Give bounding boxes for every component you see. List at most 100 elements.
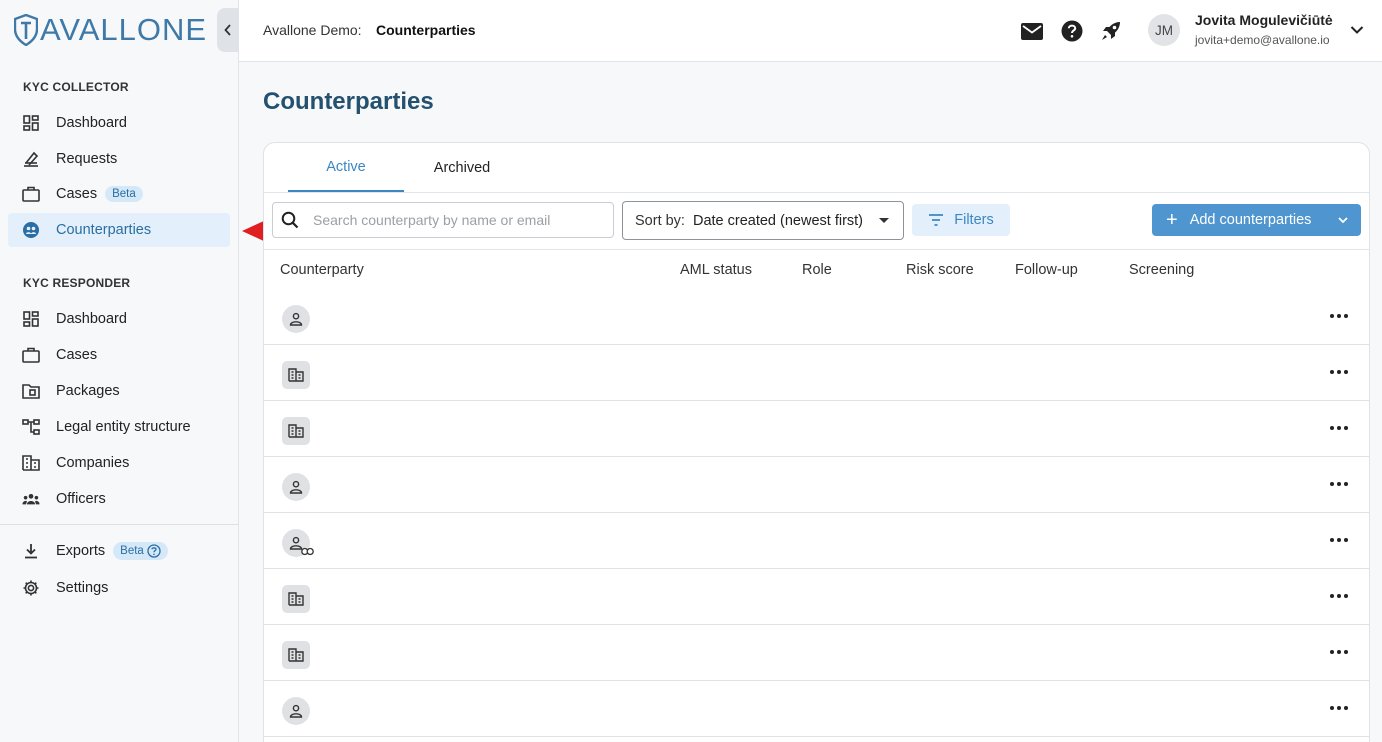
tabs-divider	[264, 192, 1369, 193]
tab-active[interactable]: Active	[288, 143, 404, 192]
sidebar: AVALLONE KYC COLLECTOR Dashboard Request…	[0, 0, 239, 742]
sidebar-item-responder-dashboard[interactable]: Dashboard	[8, 302, 230, 336]
dashboard-icon	[22, 310, 40, 328]
more-actions-icon[interactable]	[1327, 642, 1351, 662]
sidebar-item-collector-cases[interactable]: Cases Beta	[8, 177, 230, 211]
officers-icon	[22, 490, 40, 508]
column-header-risk-score[interactable]: Risk score	[906, 262, 974, 278]
beta-badge: Beta	[105, 186, 143, 202]
company-icon	[282, 417, 310, 445]
caret-down-icon	[879, 218, 889, 223]
company-icon	[282, 641, 310, 669]
add-counterparties-button[interactable]: + Add counterparties	[1152, 204, 1361, 236]
person-icon	[282, 473, 310, 501]
sidebar-divider	[0, 524, 239, 525]
link-icon	[301, 547, 314, 556]
filters-label: Filters	[954, 212, 994, 228]
help-icon[interactable]	[147, 544, 161, 558]
briefcase-icon	[22, 346, 40, 364]
sidebar-item-label: Cases	[56, 186, 98, 202]
person-icon	[282, 305, 310, 333]
sidebar-item-responder-cases[interactable]: Cases	[8, 338, 230, 372]
sidebar-item-label: Exports	[56, 543, 106, 559]
beta-badge-label: Beta	[120, 545, 144, 557]
beta-badge: Beta	[113, 542, 168, 560]
person-icon	[282, 697, 310, 725]
sidebar-item-label: Companies	[56, 455, 130, 471]
collapse-sidebar-button[interactable]	[217, 8, 239, 52]
filters-button[interactable]: Filters	[912, 204, 1010, 236]
table-row[interactable]	[264, 513, 1369, 569]
sidebar-item-exports[interactable]: Exports Beta	[8, 534, 230, 568]
sidebar-item-label: Cases	[56, 347, 98, 363]
sidebar-item-collector-dashboard[interactable]: Dashboard	[8, 106, 230, 140]
more-actions-icon[interactable]	[1327, 530, 1351, 550]
more-actions-icon[interactable]	[1327, 698, 1351, 718]
toolbar-divider	[264, 249, 1369, 250]
sidebar-item-label: Dashboard	[56, 311, 127, 327]
rocket-icon[interactable]	[1098, 18, 1124, 44]
help-icon[interactable]	[1059, 18, 1085, 44]
avallone-logo[interactable]: AVALLONE	[14, 12, 207, 48]
sidebar-item-label: Packages	[56, 383, 120, 399]
shield-logo-icon	[14, 14, 38, 46]
tab-archived[interactable]: Archived	[408, 143, 516, 192]
breadcrumb-prefix: Avallone Demo:	[263, 22, 362, 38]
sidebar-item-officers[interactable]: Officers	[8, 482, 230, 516]
more-actions-icon[interactable]	[1327, 418, 1351, 438]
requests-icon	[22, 150, 40, 168]
more-actions-icon[interactable]	[1327, 306, 1351, 326]
sidebar-item-legal-entity-structure[interactable]: Legal entity structure	[8, 410, 230, 444]
more-actions-icon[interactable]	[1327, 362, 1351, 382]
sidebar-item-label: Settings	[56, 580, 109, 596]
chevron-left-icon	[224, 24, 231, 36]
company-icon	[282, 361, 310, 389]
sidebar-item-packages[interactable]: Packages	[8, 374, 230, 408]
table-row[interactable]	[264, 457, 1369, 513]
search-icon	[281, 211, 299, 229]
companies-icon	[22, 454, 40, 472]
table-row[interactable]	[264, 345, 1369, 401]
sidebar-item-label: Legal entity structure	[56, 419, 191, 435]
table-row[interactable]	[264, 681, 1369, 737]
sort-dropdown[interactable]: Sort by: Date created (newest first)	[622, 201, 904, 240]
sidebar-item-requests[interactable]: Requests	[8, 142, 230, 176]
chevron-down-icon[interactable]	[1349, 22, 1365, 38]
column-header-counterparty[interactable]: Counterparty	[280, 262, 364, 278]
person-icon	[282, 529, 314, 557]
search-box[interactable]	[272, 202, 614, 238]
page-title: Counterparties	[263, 88, 434, 115]
logo-text: AVALLONE	[40, 12, 208, 47]
counterparties-icon	[22, 221, 40, 239]
sidebar-item-settings[interactable]: Settings	[8, 571, 230, 605]
table-row[interactable]	[264, 625, 1369, 681]
filter-icon	[929, 214, 944, 226]
plus-icon: +	[1166, 209, 1178, 231]
user-email: jovita+demo@avallone.io	[1195, 33, 1330, 47]
user-avatar[interactable]: JM	[1148, 14, 1180, 46]
column-header-screening[interactable]: Screening	[1129, 262, 1194, 278]
mail-icon[interactable]	[1019, 18, 1045, 44]
sidebar-item-label: Requests	[56, 151, 118, 167]
table-row[interactable]	[264, 569, 1369, 625]
more-actions-icon[interactable]	[1327, 474, 1351, 494]
sidebar-item-label: Officers	[56, 491, 106, 507]
structure-icon	[22, 418, 40, 436]
counterparties-card: Active Archived Sort by: Date created (n…	[263, 142, 1370, 742]
column-header-role[interactable]: Role	[802, 262, 832, 278]
search-input[interactable]	[313, 212, 603, 228]
column-header-follow-up[interactable]: Follow-up	[1015, 262, 1078, 278]
sidebar-item-companies[interactable]: Companies	[8, 446, 230, 480]
company-icon	[282, 585, 310, 613]
column-header-aml-status[interactable]: AML status	[680, 262, 752, 278]
user-name: Jovita Mogulevičiūtė	[1195, 12, 1333, 28]
sort-label: Sort by:	[635, 212, 685, 229]
sort-value: Date created (newest first)	[692, 212, 864, 229]
table-row[interactable]	[264, 289, 1369, 345]
packages-icon	[22, 382, 40, 400]
chevron-down-icon[interactable]	[1337, 214, 1349, 226]
table-row[interactable]	[264, 401, 1369, 457]
more-actions-icon[interactable]	[1327, 586, 1351, 606]
add-counterparties-label: Add counterparties	[1189, 212, 1312, 228]
sidebar-item-counterparties[interactable]: Counterparties	[8, 213, 230, 247]
